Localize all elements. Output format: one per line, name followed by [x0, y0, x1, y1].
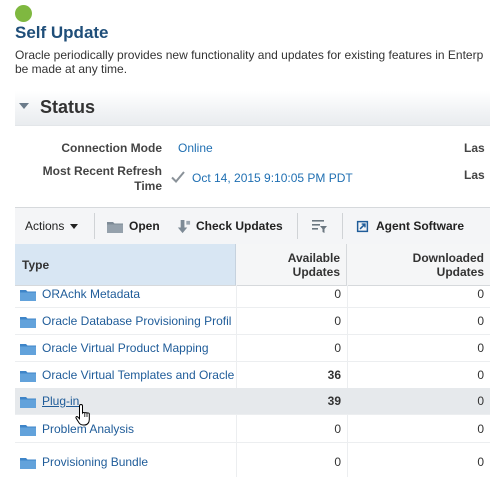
downloaded-cell: 0: [477, 287, 484, 301]
folder-icon: [107, 221, 123, 233]
refresh-label-line-1: Most Recent Refresh: [42, 164, 162, 178]
folder-icon: [20, 289, 36, 301]
downloaded-header-line-2: Updates: [436, 265, 484, 279]
downloaded-updates-column-header[interactable]: Downloaded Updates: [347, 244, 490, 285]
status-section-title: Status: [40, 97, 96, 117]
filter-button[interactable]: [311, 208, 327, 244]
hand-pointer-cursor-icon: [75, 403, 90, 426]
type-link[interactable]: Oracle Database Provisioning Profil: [42, 314, 231, 328]
right-column-label-1: Las: [464, 141, 485, 155]
actions-label: Actions: [25, 219, 65, 233]
description-line-1: Oracle periodically provides new functio…: [15, 48, 484, 62]
folder-icon: [20, 343, 36, 355]
available-header-line-2: Updates: [292, 265, 340, 279]
agent-software-icon: [356, 220, 369, 232]
type-link[interactable]: Provisioning Bundle: [42, 455, 148, 469]
downloaded-cell: 0: [477, 394, 484, 408]
folder-icon: [20, 316, 36, 328]
available-cell: 36: [327, 368, 341, 382]
table-header: Type Available Updates Downloaded Update…: [15, 244, 490, 286]
folder-icon: [20, 396, 36, 408]
type-cell: Oracle Virtual Product Mapping: [20, 335, 236, 361]
available-cell: 0: [334, 314, 341, 328]
downloaded-cell: 0: [477, 455, 484, 469]
type-link[interactable]: Oracle Virtual Product Mapping: [42, 341, 209, 355]
folder-icon: [20, 457, 36, 469]
toolbar-divider: [342, 213, 343, 239]
available-header-line-1: Available: [287, 251, 340, 265]
downloaded-cell: 0: [477, 422, 484, 436]
type-cell: Oracle Virtual Templates and Oracle: [20, 362, 236, 388]
toolbar-divider: [94, 213, 95, 239]
check-updates-button[interactable]: Check Updates: [176, 208, 283, 244]
checkmark-icon: [171, 171, 185, 183]
toolbar: Actions Open Check Updates Agent Softwar: [15, 207, 490, 245]
status-indicator-icon: [15, 5, 32, 22]
folder-icon: [20, 424, 36, 436]
refresh-label-line-2: Time: [134, 179, 162, 193]
right-column-label-2: Las: [464, 168, 485, 182]
dropdown-arrow-icon: [70, 223, 79, 229]
most-recent-refresh-label: Most Recent Refresh Time: [20, 164, 162, 194]
page-title: Self Update: [15, 23, 109, 42]
available-cell: 0: [334, 455, 341, 469]
open-label: Open: [129, 219, 160, 233]
downloaded-cell: 0: [477, 368, 484, 382]
toolbar-divider: [297, 213, 298, 239]
status-section-header[interactable]: Status: [15, 91, 490, 126]
available-cell: 0: [334, 422, 341, 436]
refresh-time-value: Oct 14, 2015 9:10:05 PM PDT: [192, 171, 353, 185]
type-cell: Oracle Database Provisioning Profil: [20, 308, 236, 334]
check-updates-label: Check Updates: [196, 219, 283, 233]
agent-software-button[interactable]: Agent Software: [356, 208, 464, 244]
downloaded-cell: 0: [477, 341, 484, 355]
available-cell: 0: [334, 287, 341, 301]
table-row[interactable]: Oracle Virtual Product Mapping 0 0: [15, 335, 490, 362]
description-line-2: be made at any time.: [15, 62, 128, 76]
type-column-header[interactable]: Type: [15, 244, 236, 285]
table-row[interactable]: Oracle Virtual Templates and Oracle 36 0: [15, 362, 490, 389]
filter-list-icon: [312, 220, 327, 233]
type-cell: Provisioning Bundle: [20, 449, 236, 475]
downloaded-cell: 0: [477, 314, 484, 328]
actions-menu-button[interactable]: Actions: [25, 208, 79, 244]
open-button[interactable]: Open: [107, 208, 160, 244]
folder-icon: [20, 370, 36, 382]
type-cell: ORAchk Metadata: [20, 281, 236, 307]
available-cell: 0: [334, 341, 341, 355]
available-cell: 39: [327, 394, 341, 408]
type-cell: Problem Analysis: [20, 416, 236, 442]
collapse-triangle-icon[interactable]: [19, 103, 29, 109]
available-updates-column-header[interactable]: Available Updates: [236, 244, 347, 285]
table-row[interactable]: Oracle Database Provisioning Profil 0 0: [15, 308, 490, 335]
connection-mode-label: Connection Mode: [61, 141, 162, 155]
downloaded-header-line-1: Downloaded: [412, 251, 484, 265]
type-link[interactable]: ORAchk Metadata: [42, 287, 140, 301]
agent-software-label: Agent Software: [376, 219, 465, 233]
page-description: Oracle periodically provides new functio…: [15, 48, 490, 76]
table-row[interactable]: ORAchk Metadata 0 0: [15, 281, 490, 308]
download-arrow-icon: [177, 219, 191, 233]
table-row[interactable]: Provisioning Bundle 0 0: [15, 449, 490, 475]
type-link[interactable]: Oracle Virtual Templates and Oracle: [42, 368, 234, 382]
type-cell: Plug-in: [20, 388, 236, 414]
connection-mode-value[interactable]: Online: [178, 141, 213, 155]
